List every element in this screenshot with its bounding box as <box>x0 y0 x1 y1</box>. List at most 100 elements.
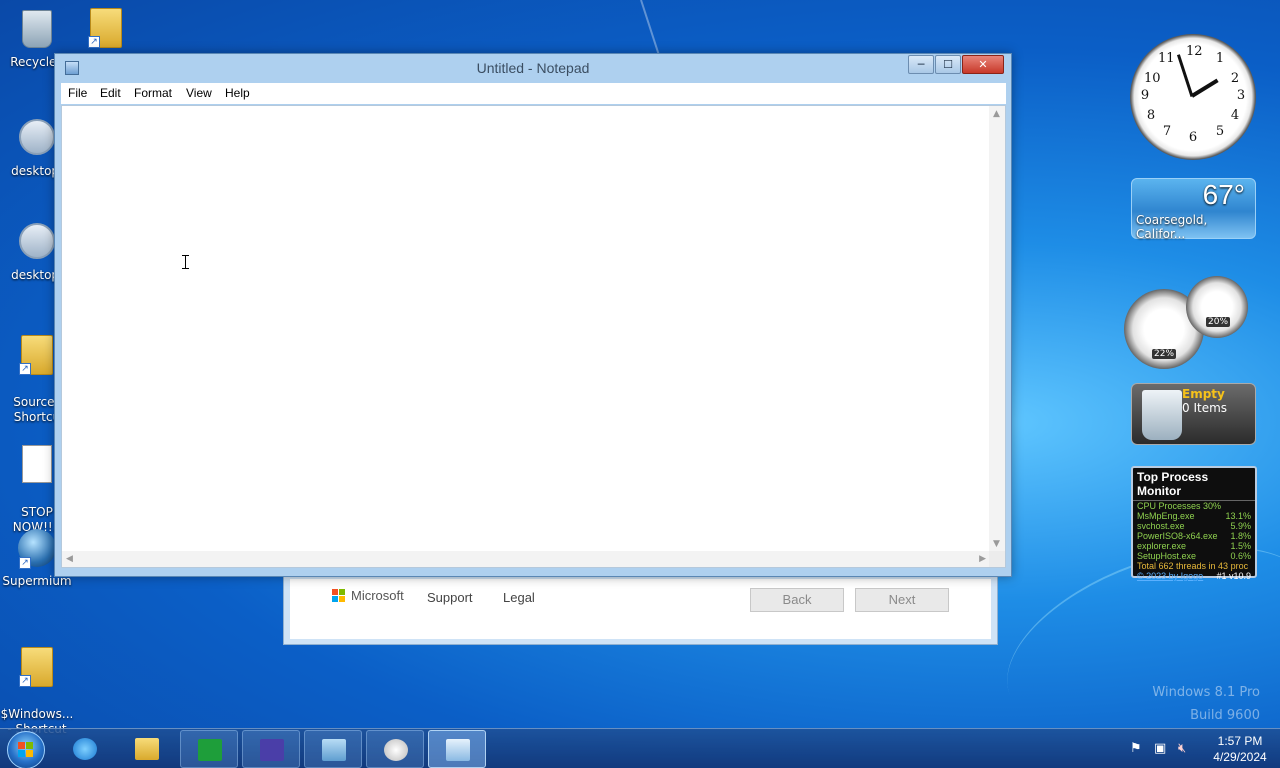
top-process-monitor-gadget[interactable]: Top Process Monitor CPU Processes 30% Ms… <box>1131 466 1257 581</box>
clock-number: 7 <box>1162 124 1172 139</box>
volume-muted-icon[interactable]: 🔇︎ <box>1178 741 1186 756</box>
cpu-usage: 22% <box>1152 349 1177 359</box>
weather-gadget[interactable]: 67° Coarsegold, Califor... <box>1131 178 1256 241</box>
next-button[interactable]: Next <box>855 588 949 612</box>
clock-number: 3 <box>1236 88 1246 103</box>
recycle-bin-icon <box>1142 390 1182 440</box>
window-title: Untitled - Notepad <box>476 60 590 76</box>
text-cursor-icon <box>182 255 189 269</box>
table-row: PowerISO8-x64.exe 1.8% <box>1137 531 1251 541</box>
legal-link[interactable]: Legal <box>503 590 535 605</box>
taskbar-notepad[interactable] <box>428 730 486 768</box>
menu-edit[interactable]: Edit <box>100 86 121 100</box>
scroll-left-icon[interactable]: ◀ <box>66 554 73 564</box>
clock-number: 10 <box>1144 71 1161 86</box>
supermium-icon: ↗ <box>17 529 57 571</box>
table-row: explorer.exe 1.5% <box>1137 541 1251 551</box>
watermark-build: Build 9600 <box>1190 708 1260 723</box>
recycle-bin-items: 0 Items <box>1182 401 1228 415</box>
taskbar-internet-explorer[interactable] <box>56 730 114 768</box>
tpm-title: Top Process Monitor <box>1133 468 1255 501</box>
menu-format[interactable]: Format <box>134 86 172 100</box>
taskbar-setup[interactable] <box>304 730 362 768</box>
horizontal-scrollbar[interactable]: ◀ ▶ <box>62 551 990 567</box>
clock-number: 12 <box>1186 44 1203 59</box>
store-icon <box>198 739 222 761</box>
minimize-button[interactable]: ─ <box>908 55 934 74</box>
taskbar-store[interactable] <box>180 730 238 768</box>
disc-icon <box>384 739 408 761</box>
clock-number: 11 <box>1158 51 1175 66</box>
weather-temperature: 67° <box>1202 179 1245 210</box>
menu-file[interactable]: File <box>68 86 87 100</box>
network-icon[interactable]: ▣ <box>1154 741 1166 756</box>
support-link[interactable]: Support <box>427 590 473 605</box>
text-file-icon <box>17 445 57 487</box>
folder-icon: ↗ <box>86 8 126 50</box>
microsoft-logo-icon <box>332 589 346 603</box>
clock-number: 6 <box>1188 130 1198 145</box>
microsoft-brand: Microsoft <box>351 588 404 603</box>
action-center-flag-icon[interactable]: ⚑ <box>1130 741 1142 756</box>
table-row: svchost.exe 5.9% <box>1137 521 1251 531</box>
clock-number: 2 <box>1230 71 1240 86</box>
start-button[interactable] <box>7 731 45 768</box>
file-explorer-icon <box>135 738 159 760</box>
table-row: MsMpEng.exe 13.1% <box>1137 511 1251 521</box>
gear-file-icon <box>17 223 57 265</box>
notepad-window: Untitled - Notepad ─ ☐ ✕ File Edit Forma… <box>54 53 1012 577</box>
table-row: SetupHost.exe 0.6% <box>1137 551 1251 561</box>
clock-gadget[interactable]: 12 1 2 3 4 5 6 7 8 9 10 11 <box>1130 34 1256 160</box>
menu-bar: File Edit Format View Help <box>61 83 1006 104</box>
menu-help[interactable]: Help <box>225 86 250 100</box>
weather-location: Coarsegold, Califor... <box>1136 213 1208 241</box>
scroll-right-icon[interactable]: ▶ <box>979 554 986 564</box>
close-button[interactable]: ✕ <box>962 55 1004 74</box>
tpm-footer[interactable]: © 2023 by Igogo #1 v10.9 <box>1133 571 1255 581</box>
recycle-bin-status: Empty <box>1182 387 1225 401</box>
tpm-copyright-link[interactable]: © 2023 by Igogo <box>1137 571 1203 581</box>
gear-file-icon <box>17 119 57 161</box>
editor-text[interactable] <box>66 108 986 548</box>
tpm-version: #1 v10.9 <box>1216 571 1251 581</box>
gear-icon <box>260 739 284 761</box>
scroll-up-icon[interactable]: ▲ <box>993 109 1000 119</box>
menu-view[interactable]: View <box>186 86 212 100</box>
vertical-scrollbar[interactable]: ▲ ▼ <box>989 106 1005 552</box>
maximize-button[interactable]: ☐ <box>935 55 961 74</box>
folder-icon: ↗ <box>17 647 57 689</box>
taskbar-file-explorer[interactable] <box>118 730 176 768</box>
desktop-icon-folder[interactable]: ↗ <box>70 8 142 53</box>
recycle-bin-gadget[interactable]: Empty 0 Items <box>1131 383 1256 445</box>
setup-footer: Microsoft Support Legal Back Next <box>290 579 991 639</box>
clock-number: 5 <box>1215 124 1225 139</box>
tpm-total: Total 662 threads in 43 proc <box>1137 561 1249 571</box>
folder-icon: ↗ <box>17 335 57 377</box>
scroll-down-icon[interactable]: ▼ <box>993 539 1000 549</box>
setup-icon <box>322 739 346 761</box>
taskbar-time: 1:57 PM <box>1217 734 1263 748</box>
taskbar-poweriso[interactable] <box>366 730 424 768</box>
memory-usage: 20% <box>1206 317 1231 327</box>
title-bar[interactable]: Untitled - Notepad ─ ☐ ✕ <box>55 54 1011 82</box>
clock-number: 8 <box>1146 108 1156 123</box>
text-editor[interactable]: ▲ ▼ ◀ ▶ <box>61 105 1006 568</box>
windows-logo-icon <box>18 742 34 758</box>
back-button[interactable]: Back <box>750 588 844 612</box>
clock-minute-hand <box>1176 54 1194 97</box>
size-grip[interactable] <box>989 551 1005 567</box>
clock-number: 4 <box>1230 108 1240 123</box>
taskbar: ⚑ ▣ 🔇︎ 1:57 PM 4/29/2024 <box>0 728 1280 768</box>
watermark-edition: Windows 8.1 Pro <box>1152 685 1260 700</box>
clock-hour-hand <box>1190 78 1219 98</box>
taskbar-clock[interactable]: 1:57 PM 4/29/2024 <box>1205 733 1275 765</box>
clock-number: 9 <box>1140 88 1150 103</box>
memory-meter-gauge[interactable]: 20% <box>1186 276 1248 338</box>
taskbar-settings[interactable] <box>242 730 300 768</box>
tpm-header: CPU Processes 30% <box>1137 501 1222 511</box>
internet-explorer-icon <box>73 738 97 760</box>
notepad-icon <box>446 739 470 761</box>
clock-number: 1 <box>1215 51 1225 66</box>
taskbar-date: 4/29/2024 <box>1213 750 1267 764</box>
recycle-bin-icon <box>17 10 57 52</box>
